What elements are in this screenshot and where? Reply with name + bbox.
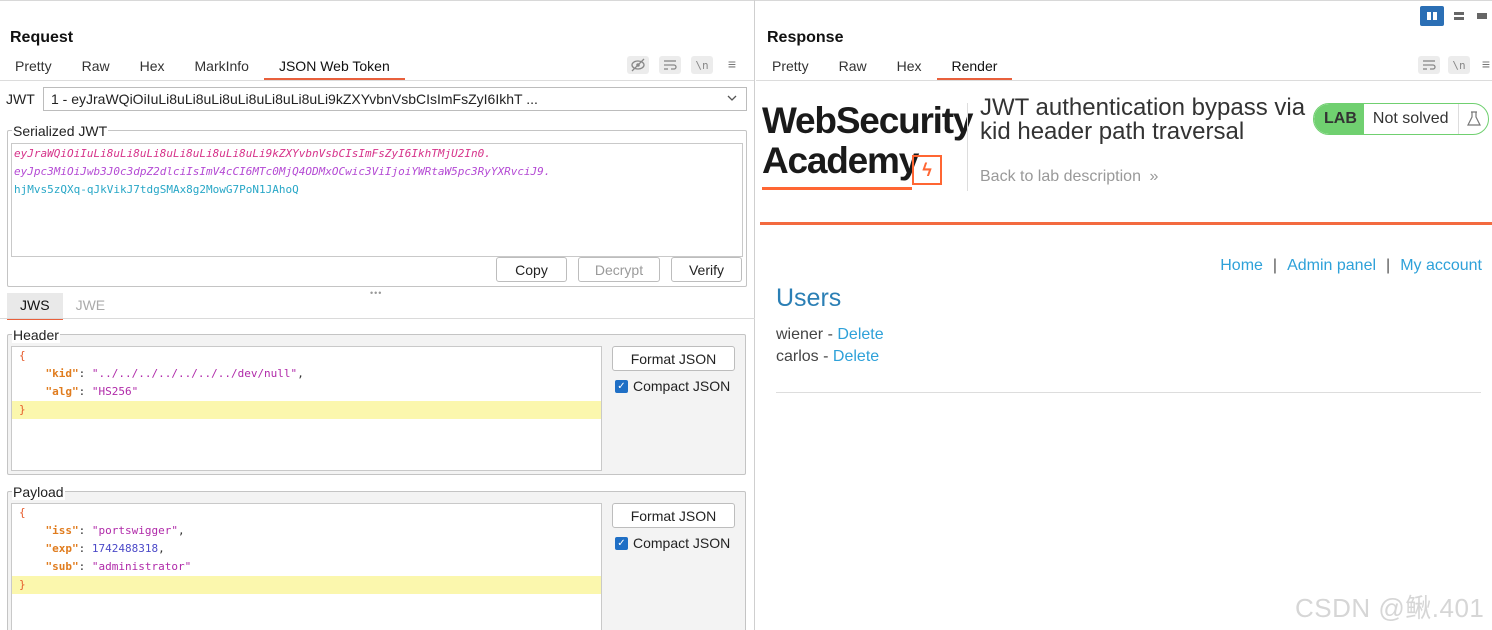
user-row: wiener - Delete [776, 326, 884, 343]
serialized-jwt-field[interactable]: eyJraWQiOiIuLi8uLi8uLi8uLi8uLi8uLi8uLi9k… [11, 143, 743, 257]
response-title: Response [767, 29, 844, 46]
jwt-label: JWT [6, 91, 35, 107]
wrap-icon[interactable] [659, 56, 681, 74]
layout-split-icon[interactable] [1420, 6, 1444, 26]
checkmark-icon: ✓ [615, 379, 628, 393]
serialized-jwt-label: Serialized JWT [12, 123, 109, 139]
hamburger-menu-icon[interactable]: ≡ [724, 56, 740, 74]
lab-title: JWT authentication bypass via kid header… [980, 94, 1306, 145]
payload-label: Payload [12, 484, 65, 500]
request-title: Request [10, 29, 74, 46]
chevron-down-icon [726, 91, 738, 108]
compact-json-checkbox[interactable]: ✓ Compact JSON [615, 378, 730, 394]
header-group: Header { "kid": "../../../../../../../de… [7, 327, 746, 475]
json-brace: { [19, 349, 26, 362]
compact-json-label: Compact JSON [633, 378, 731, 394]
verify-button[interactable]: Verify [671, 257, 742, 282]
tab-json-web-token[interactable]: JSON Web Token [263, 57, 405, 80]
compact-json-checkbox[interactable]: ✓ Compact JSON [615, 535, 730, 551]
delete-user-link[interactable]: Delete [833, 348, 879, 365]
response-pane: Response Pretty Raw Hex Render \n ≡ WebS… [756, 0, 1492, 630]
lightning-icon: ϟ [912, 155, 942, 185]
lab-label: LAB [1314, 104, 1364, 134]
copy-button[interactable]: Copy [496, 257, 567, 282]
resize-handle[interactable]: ••• [370, 288, 382, 298]
hamburger-menu-icon[interactable]: ≡ [1478, 56, 1492, 74]
lab-status-badge: LAB Not solved [1313, 103, 1489, 135]
json-brace: } [19, 578, 26, 591]
tab-render[interactable]: Render [936, 57, 1013, 80]
format-json-button[interactable]: Format JSON [612, 346, 735, 371]
lab-status: Not solved [1372, 110, 1449, 127]
response-tabs: Pretty Raw Hex Render [757, 57, 1013, 80]
tab-raw[interactable]: Raw [67, 57, 125, 80]
nav-admin-panel[interactable]: Admin panel [1287, 257, 1376, 275]
jwt-select-value: 1 - eyJraWQiOiIuLi8uLi8uLi8uLi8uLi8uLi8u… [51, 91, 538, 107]
tab-raw[interactable]: Raw [824, 57, 882, 80]
eye-slash-icon[interactable] [627, 56, 649, 74]
header-label: Header [12, 327, 60, 343]
tab-markinfo[interactable]: MarkInfo [180, 57, 264, 80]
header-json-editor[interactable]: { "kid": "../../../../../../../dev/null"… [11, 346, 602, 471]
tab-jws[interactable]: JWS [7, 293, 63, 320]
layout-rows-icon[interactable] [1447, 6, 1471, 26]
jwt-payload-segment: eyJpc3MiOiJwb3J0c3dpZ2dlciIsImV4cCI6MTc0… [14, 165, 551, 178]
back-to-lab-link[interactable]: Back to lab description » [980, 168, 1158, 186]
jwt-header-segment: eyJraWQiOiIuLi8uLi8uLi8uLi8uLi8uLi8uLi9k… [14, 147, 491, 160]
double-chevron-right-icon: » [1149, 168, 1159, 185]
jwt-signature-segment: hjMvs5zQXq-qJkVikJ7tdgSMAx8g2MowG7PoN1JA… [14, 183, 299, 196]
layout-single-icon[interactable] [1472, 6, 1492, 26]
request-pane: Request Pretty Raw Hex MarkInfo JSON Web… [0, 0, 755, 630]
nav-my-account[interactable]: My account [1400, 257, 1482, 275]
payload-json-editor[interactable]: { "iss": "portswigger", "exp": 174248831… [11, 503, 602, 630]
json-line-alg: "alg": "HS256" [45, 385, 139, 398]
nav-home[interactable]: Home [1220, 257, 1263, 275]
tab-jwe[interactable]: JWE [63, 293, 119, 320]
watermark: CSDN @鳅.401 [1295, 593, 1485, 623]
json-brace: } [19, 403, 26, 416]
json-brace: { [19, 506, 26, 519]
tab-pretty[interactable]: Pretty [0, 57, 67, 80]
users-heading: Users [776, 284, 842, 312]
json-line-kid: "kid": "../../../../../../../dev/null", [45, 367, 304, 380]
json-line-sub: "sub": "administrator" [45, 560, 192, 573]
jws-jwe-tabs: JWS JWE [7, 293, 118, 320]
newline-icon[interactable]: \n [691, 56, 713, 74]
checkmark-icon: ✓ [615, 536, 628, 550]
user-name: carlos [776, 348, 819, 365]
tab-pretty[interactable]: Pretty [757, 57, 824, 80]
jwt-select[interactable]: 1 - eyJraWQiOiIuLi8uLi8uLi8uLi8uLi8uLi8u… [43, 87, 747, 111]
serialized-jwt-group: Serialized JWT eyJraWQiOiIuLi8uLi8uLi8uL… [7, 123, 747, 287]
flask-icon [1458, 104, 1488, 134]
decrypt-button[interactable]: Decrypt [578, 257, 660, 282]
json-line-iss: "iss": "portswigger", [45, 524, 185, 537]
delete-user-link[interactable]: Delete [837, 326, 883, 343]
user-row: carlos - Delete [776, 348, 880, 365]
user-name: wiener [776, 326, 824, 343]
newline-icon[interactable]: \n [1448, 56, 1470, 74]
tab-hex[interactable]: Hex [125, 57, 180, 80]
payload-group: Payload { "iss": "portswigger", "exp": 1… [7, 484, 746, 630]
wrap-icon[interactable] [1418, 56, 1440, 74]
format-json-button[interactable]: Format JSON [612, 503, 735, 528]
json-line-exp: "exp": 1742488318, [45, 542, 165, 555]
request-tabs: Pretty Raw Hex MarkInfo JSON Web Token [0, 57, 405, 80]
site-nav: Home | Admin panel | My account [1220, 257, 1482, 275]
web-security-academy-logo[interactable]: WebSecurity Academy ϟ [762, 101, 973, 190]
tab-hex[interactable]: Hex [882, 57, 937, 80]
compact-json-label: Compact JSON [633, 535, 731, 551]
rendered-page: WebSecurity Academy ϟ JWT authentication… [760, 81, 1492, 630]
